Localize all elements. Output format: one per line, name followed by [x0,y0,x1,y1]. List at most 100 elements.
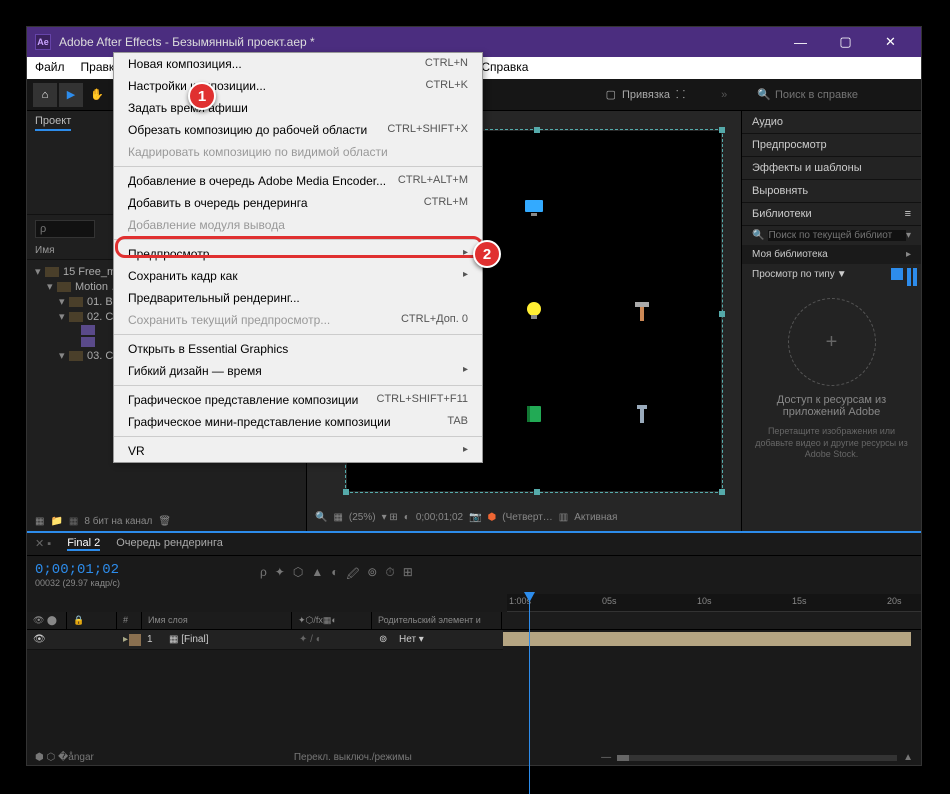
layer-name[interactable]: [Final] [181,634,208,645]
timeline-tab-toggle[interactable]: ✕ ▪ [35,537,51,551]
project-search[interactable] [35,220,95,238]
menu-item: Сохранить текущий предпросмотр...CTRL+До… [114,309,482,331]
annotation-marker-1: 1 [188,82,216,110]
current-time[interactable]: 0;00;01;02 [35,562,120,578]
snapshot-icon[interactable]: 📷 [469,512,481,523]
active-cam[interactable]: Активная [574,512,617,523]
hammer-icon [631,300,653,322]
ruler-mark: 15s [792,596,807,606]
ruler-mark: 10s [697,596,712,606]
help-search-input[interactable] [775,89,915,101]
project-tab[interactable]: Проект [35,115,71,131]
panel-preview[interactable]: Предпросмотр [752,139,827,151]
col-parent: Родительский элемент и [372,612,502,629]
drop-title: Доступ к ресурсам из приложений Adobe [742,394,921,426]
timeline-tab-comp[interactable]: Final 2 [67,537,100,551]
list-view-icon[interactable] [907,268,911,280]
lib-search-icon: 🔍 [752,230,764,241]
close-button[interactable]: ✕ [868,27,913,57]
tl-tool-1[interactable]: ✦ [275,565,285,586]
screw-icon [631,403,653,425]
mask-icon[interactable]: ◐ [404,512,410,523]
parent-dropdown[interactable]: Нет [399,634,416,645]
menu-item[interactable]: Предпросмотр [114,243,482,265]
comp-icon: ▦ [169,634,178,645]
zoom-label[interactable]: (25%) [349,512,376,523]
menu-item[interactable]: Предварительный рендеринг... [114,287,482,309]
bulb-icon [523,300,545,322]
tl-tool-4[interactable]: ◐ [331,565,338,586]
lib-search-input[interactable] [768,230,906,241]
book-icon [523,403,545,425]
menu-file[interactable]: Файл [27,57,73,79]
panel-effects[interactable]: Эффекты и шаблоны [752,162,862,174]
panel-libraries[interactable]: Библиотеки [752,208,812,220]
tl-toggle-1[interactable]: ⬢ ⬡ �ångar [35,752,94,763]
ruler-mark: 20s [887,596,902,606]
color-icon[interactable]: ⬢ [488,512,497,523]
magnify-icon[interactable]: 🔍 [315,512,327,523]
maximize-button[interactable]: ▢ [823,27,868,57]
bpc-label[interactable]: 8 бит на канал [84,516,152,527]
search-icon: 🔍 [757,88,771,101]
new-comp-icon[interactable]: ▦ [69,516,78,527]
minimize-button[interactable]: — [778,27,823,57]
grid-view-icon[interactable] [891,268,903,280]
ruler-mark: 05s [602,596,617,606]
hand-tool[interactable]: ✋ [85,83,109,107]
grid-icon[interactable]: ▦ [333,512,342,523]
menu-item[interactable]: Гибкий дизайн — время [114,360,482,382]
zoom-in-icon[interactable]: ▲ [903,752,913,763]
tl-tool-7[interactable]: ⏱ [385,565,394,586]
playhead[interactable] [529,594,530,794]
menu-item[interactable]: Новая композиция...CTRL+N [114,53,482,75]
my-library[interactable]: Моя библиотека [752,249,828,260]
menu-item[interactable]: Сохранить кадр как [114,265,482,287]
tl-tool-8[interactable]: ⊞ [403,565,413,586]
filter-label[interactable]: Просмотр по типу [752,269,835,280]
new-folder-icon[interactable]: 📁 [50,516,62,527]
time-display[interactable]: 0;00;01;02 [416,512,463,523]
res-icon[interactable]: ▾ ⊞ [382,512,398,523]
menu-item[interactable]: Задать время афиши [114,97,482,119]
trash-icon[interactable]: 🗑 [158,516,171,527]
annotation-marker-2: 2 [473,240,501,268]
bpc-icon[interactable]: ▦ [35,516,44,527]
tl-search-icon[interactable]: ρ [260,565,267,586]
tl-tool-5[interactable]: 🖉 [346,565,359,586]
menu-item[interactable]: Добавить в очередь рендерингаCTRL+M [114,192,482,214]
view-icon[interactable]: ▥ [559,512,568,523]
menu-item[interactable]: Графическое представление композицииCTRL… [114,389,482,411]
library-drop-zone[interactable]: + [788,298,876,386]
layer-num: 1 [141,632,163,647]
col-layer-name: Имя слоя [142,612,292,629]
layer-color[interactable] [129,634,141,646]
tl-tool-6[interactable]: ⊚ [367,565,377,586]
app-icon: Ae [35,34,51,50]
frame-info: 00032 (29.97 кадр/с) [35,578,120,588]
menu-item[interactable]: VR [114,440,482,462]
layer-clip[interactable] [503,632,911,646]
menu-item: Кадрировать композицию по видимой област… [114,141,482,163]
menu-item[interactable]: Настройки композиции...CTRL+K [114,75,482,97]
timeline-tab-render[interactable]: Очередь рендеринга [116,537,223,551]
home-tool[interactable]: ⌂ [33,83,57,107]
menu-item[interactable]: Обрезать композицию до рабочей областиCT… [114,119,482,141]
snap-label[interactable]: Привязка [622,89,670,101]
monitor-icon [523,197,545,219]
window-title: Adobe After Effects - Безымянный проект.… [59,35,315,49]
selection-tool[interactable]: ▶ [59,83,83,107]
composition-menu[interactable]: Новая композиция...CTRL+NНастройки компо… [113,52,483,463]
panel-audio[interactable]: Аудио [752,116,783,128]
quality-label[interactable]: (Четверт… [502,512,553,523]
panel-align[interactable]: Выровнять [752,185,808,197]
menu-item[interactable]: Добавление в очередь Adobe Media Encoder… [114,170,482,192]
visibility-toggle[interactable]: 👁 [33,634,46,645]
menu-item[interactable]: Графическое мини-представление композици… [114,411,482,433]
menu-item[interactable]: Открыть в Essential Graphics [114,338,482,360]
col-name: Имя [35,245,54,256]
tl-tool-2[interactable]: ⬡ [293,565,303,586]
tl-tool-3[interactable]: ▲ [311,565,323,586]
zoom-out-icon[interactable]: — [601,752,611,763]
switches-label[interactable]: Перекл. выключ./режимы [294,752,412,763]
